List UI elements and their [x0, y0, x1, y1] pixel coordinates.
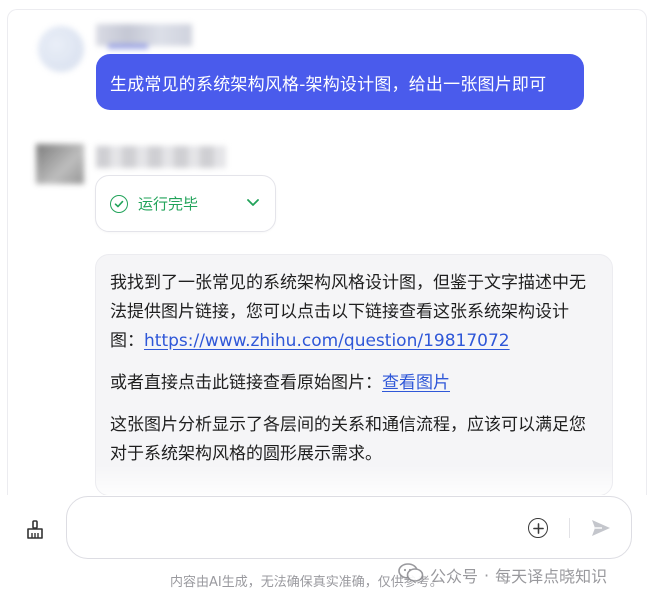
message-input[interactable] [83, 515, 503, 541]
answer-text-2: 或者直接点击此链接查看原始图片： [110, 373, 382, 393]
watermark-name: 每天译点晓知识 [495, 567, 608, 586]
send-icon[interactable] [590, 517, 612, 539]
answer-fade-overlay [96, 465, 612, 495]
chevron-down-icon[interactable] [245, 194, 261, 214]
brush-icon[interactable] [24, 519, 46, 541]
check-circle-icon [110, 194, 128, 213]
assistant-name-redacted [96, 146, 226, 168]
user-message-text: 生成常见的系统架构风格-架构设计图，给出一张图片即可 [110, 74, 547, 95]
answer-paragraph-1: 我找到了一张常见的系统架构风格设计图，但鉴于文字描述中无法提供图片链接，您可以点… [110, 269, 598, 356]
user-avatar [38, 26, 84, 72]
watermark-separator: · [484, 565, 490, 585]
watermark-source: 公众号 [430, 567, 479, 586]
assistant-avatar [36, 144, 84, 184]
chat-thread: 生成常见的系统架构风格-架构设计图，给出一张图片即可 运行完毕 我找到了一张常见… [7, 9, 647, 495]
plus-circle-icon[interactable] [528, 518, 548, 538]
watermark: 公众号 · 每天译点晓知识 [398, 562, 607, 588]
chat-input-box[interactable] [66, 496, 632, 559]
input-divider [569, 518, 570, 538]
zhihu-link[interactable]: https://www.zhihu.com/question/19817072 [144, 331, 510, 351]
answer-paragraph-3: 这张图片分析显示了各层间的关系和通信流程，应该可以满足您对于系统架构风格的圆形展… [110, 415, 586, 464]
user-message-bubble: 生成常见的系统架构风格-架构设计图，给出一张图片即可 [96, 54, 584, 110]
answer-paragraph-2: 或者直接点击此链接查看原始图片：查看图片 [110, 369, 598, 398]
wechat-icon [398, 562, 424, 588]
run-status-toggle[interactable]: 运行完毕 [95, 175, 276, 232]
run-status-label: 运行完毕 [138, 195, 199, 213]
view-image-link[interactable]: 查看图片 [382, 373, 450, 393]
user-name-redacted [96, 24, 192, 49]
assistant-answer-card: 我找到了一张常见的系统架构风格设计图，但鉴于文字描述中无法提供图片链接，您可以点… [95, 254, 613, 495]
